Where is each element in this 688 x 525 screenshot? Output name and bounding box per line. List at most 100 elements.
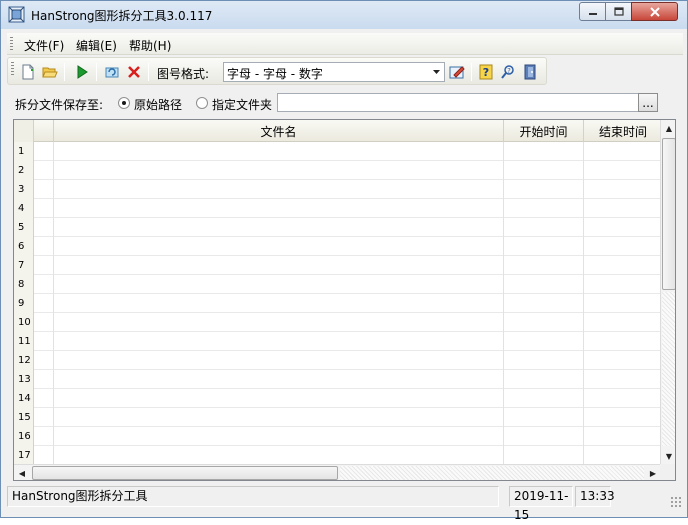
row-cell-filename[interactable] (54, 256, 504, 275)
row-number[interactable]: 4 (14, 199, 34, 218)
table-row[interactable]: 15 (14, 408, 662, 427)
row-cell-select[interactable] (34, 332, 54, 351)
table-row[interactable]: 8 (14, 275, 662, 294)
row-cell-end-time[interactable] (584, 408, 662, 427)
open-button[interactable] (40, 62, 60, 82)
scroll-right-icon[interactable]: ▶ (645, 465, 661, 480)
row-cell-filename[interactable] (54, 275, 504, 294)
row-cell-filename[interactable] (54, 427, 504, 446)
about-button[interactable]: ? (498, 62, 518, 82)
row-cell-select[interactable] (34, 275, 54, 294)
table-row[interactable]: 11 (14, 332, 662, 351)
file-grid[interactable]: 文件名 开始时间 结束时间 1 2 3 4 5 6 7 8 9 10 11 12 13 14 15 16 17 … (13, 119, 676, 481)
radio-custom-folder[interactable] (196, 97, 208, 109)
row-cell-start-time[interactable] (504, 408, 584, 427)
row-cell-select[interactable] (34, 351, 54, 370)
header-start-time[interactable]: 开始时间 (504, 120, 584, 142)
vertical-scrollbar[interactable]: ▲ ▼ (660, 120, 675, 464)
row-number[interactable]: 16 (14, 427, 34, 446)
row-cell-end-time[interactable] (584, 389, 662, 408)
header-filename[interactable]: 文件名 (54, 120, 504, 142)
row-number[interactable]: 15 (14, 408, 34, 427)
row-cell-end-time[interactable] (584, 313, 662, 332)
row-number[interactable]: 14 (14, 389, 34, 408)
row-number[interactable]: 11 (14, 332, 34, 351)
table-row[interactable]: 1 (14, 142, 662, 161)
row-cell-start-time[interactable] (504, 351, 584, 370)
header-end-time[interactable]: 结束时间 (584, 120, 662, 142)
row-cell-start-time[interactable] (504, 218, 584, 237)
resize-grip-icon[interactable] (670, 496, 681, 507)
row-cell-end-time[interactable] (584, 237, 662, 256)
table-row[interactable]: 16 (14, 427, 662, 446)
minimize-button[interactable] (579, 2, 606, 21)
title-bar[interactable]: HanStrong图形拆分工具3.0.117 (1, 1, 687, 29)
scroll-up-icon[interactable]: ▲ (661, 120, 675, 136)
row-cell-start-time[interactable] (504, 446, 584, 465)
table-row[interactable]: 12 (14, 351, 662, 370)
delete-button[interactable] (124, 62, 144, 82)
row-number[interactable]: 3 (14, 180, 34, 199)
vertical-scroll-track[interactable] (662, 292, 675, 446)
row-cell-filename[interactable] (54, 389, 504, 408)
row-number[interactable]: 10 (14, 313, 34, 332)
scroll-down-icon[interactable]: ▼ (661, 448, 675, 464)
table-row[interactable]: 5 (14, 218, 662, 237)
table-row[interactable]: 7 (14, 256, 662, 275)
table-row[interactable]: 2 (14, 161, 662, 180)
scroll-left-icon[interactable]: ◀ (14, 465, 30, 480)
row-cell-end-time[interactable] (584, 218, 662, 237)
browse-button[interactable]: ... (638, 93, 658, 112)
row-cell-start-time[interactable] (504, 142, 584, 161)
maximize-button[interactable] (605, 2, 632, 21)
row-cell-end-time[interactable] (584, 161, 662, 180)
table-row[interactable]: 4 (14, 199, 662, 218)
row-cell-filename[interactable] (54, 332, 504, 351)
row-cell-end-time[interactable] (584, 446, 662, 465)
chevron-down-icon[interactable] (429, 64, 443, 80)
row-cell-end-time[interactable] (584, 275, 662, 294)
row-cell-filename[interactable] (54, 161, 504, 180)
row-number[interactable]: 9 (14, 294, 34, 313)
row-cell-start-time[interactable] (504, 294, 584, 313)
row-number[interactable]: 8 (14, 275, 34, 294)
row-cell-end-time[interactable] (584, 427, 662, 446)
menu-help[interactable]: 帮助(H) (129, 37, 171, 54)
header-column-0[interactable] (34, 120, 54, 142)
row-cell-start-time[interactable] (504, 199, 584, 218)
row-cell-filename[interactable] (54, 142, 504, 161)
row-cell-select[interactable] (34, 313, 54, 332)
row-cell-select[interactable] (34, 161, 54, 180)
row-number[interactable]: 1 (14, 142, 34, 161)
table-row[interactable]: 17 (14, 446, 662, 465)
row-cell-start-time[interactable] (504, 313, 584, 332)
edit-format-button[interactable] (447, 62, 467, 82)
horizontal-scroll-thumb[interactable] (32, 466, 338, 480)
row-cell-end-time[interactable] (584, 199, 662, 218)
save-path-input[interactable] (277, 93, 639, 112)
row-cell-end-time[interactable] (584, 294, 662, 313)
row-cell-filename[interactable] (54, 370, 504, 389)
row-cell-filename[interactable] (54, 237, 504, 256)
radio-original-path-label[interactable]: 原始路径 (134, 96, 182, 113)
row-cell-filename[interactable] (54, 199, 504, 218)
row-cell-end-time[interactable] (584, 370, 662, 389)
radio-original-path[interactable] (118, 97, 130, 109)
row-cell-select[interactable] (34, 199, 54, 218)
row-cell-start-time[interactable] (504, 180, 584, 199)
table-row[interactable]: 13 (14, 370, 662, 389)
row-cell-end-time[interactable] (584, 142, 662, 161)
row-cell-end-time[interactable] (584, 180, 662, 199)
close-button[interactable] (631, 2, 678, 21)
row-cell-select[interactable] (34, 142, 54, 161)
row-cell-filename[interactable] (54, 446, 504, 465)
row-cell-end-time[interactable] (584, 332, 662, 351)
row-cell-start-time[interactable] (504, 237, 584, 256)
exit-button[interactable] (520, 62, 540, 82)
row-cell-start-time[interactable] (504, 370, 584, 389)
table-row[interactable]: 6 (14, 237, 662, 256)
row-number[interactable]: 2 (14, 161, 34, 180)
row-cell-start-time[interactable] (504, 332, 584, 351)
row-cell-start-time[interactable] (504, 275, 584, 294)
horizontal-scroll-track[interactable] (340, 466, 644, 480)
